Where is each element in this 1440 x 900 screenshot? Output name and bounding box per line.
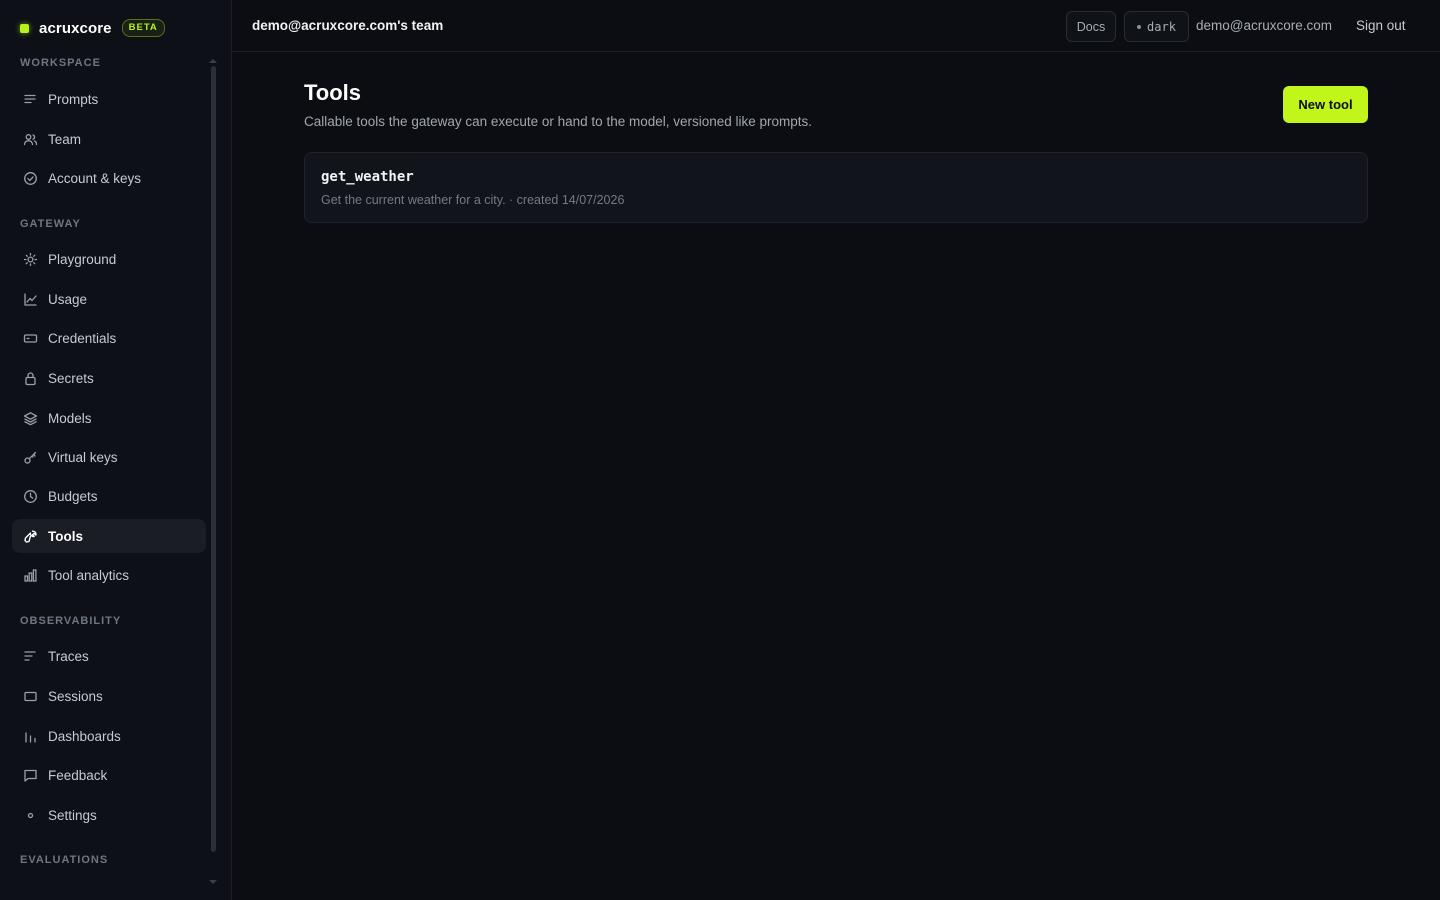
theme-toggle-button[interactable]: dark (1124, 11, 1189, 42)
sidebar-item-label: Secrets (48, 370, 94, 386)
section-title-gateway: GATEWAY (20, 218, 81, 230)
bars-icon (22, 728, 38, 744)
theme-label: dark (1147, 19, 1176, 34)
new-tool-button[interactable]: New tool (1283, 86, 1368, 123)
page-title: Tools (304, 80, 362, 105)
dot-icon (22, 807, 38, 823)
tool-meta: Get the current weather for a city. · cr… (321, 193, 625, 207)
sidebar-item-settings[interactable]: Settings (12, 798, 206, 832)
sidebar-item-label: Team (48, 131, 82, 147)
window-icon (22, 688, 38, 704)
top-bar: demo@acruxcore.com's team Docs dark demo… (232, 0, 1440, 52)
users-icon (22, 131, 38, 147)
sidebar-item-playground[interactable]: Playground (12, 242, 206, 276)
sign-out-button[interactable]: Sign out (1356, 18, 1406, 33)
sidebar-item-label: Virtual keys (48, 449, 118, 465)
bar-chart-icon (22, 567, 38, 583)
sidebar-item-label: Prompts (48, 91, 99, 107)
sidebar-item-label: Credentials (48, 330, 117, 346)
sidebar-item-secrets[interactable]: Secrets (12, 361, 206, 395)
sidebar-item-label: Sessions (48, 688, 103, 704)
sidebar-nav: WORKSPACE Prompts Team Account & keys GA… (0, 52, 218, 900)
team-name[interactable]: demo@acruxcore.com's team (252, 18, 443, 33)
sidebar-item-account-keys[interactable]: Account & keys (12, 161, 206, 195)
card-icon (22, 330, 38, 346)
sidebar-item-label: Feedback (48, 767, 108, 783)
user-email: demo@acruxcore.com (1196, 18, 1333, 33)
sidebar-item-label: Account & keys (48, 170, 142, 186)
sun-icon (22, 251, 38, 267)
tool-card[interactable]: get_weather Get the current weather for … (304, 152, 1368, 223)
page-subtitle: Callable tools the gateway can execute o… (304, 114, 813, 129)
beta-badge: BETA (121, 19, 165, 37)
sidebar-item-credentials[interactable]: Credentials (12, 321, 206, 355)
sidebar-item-label: Usage (48, 291, 88, 307)
scroll-up-arrow-icon[interactable] (209, 59, 217, 63)
brand-name: acruxcore (39, 19, 112, 37)
line-chart-icon (22, 291, 38, 307)
sidebar-item-prompts[interactable]: Prompts (12, 82, 206, 116)
sidebar-item-label: Dashboards (48, 728, 121, 744)
sidebar-item-label: Settings (48, 807, 97, 823)
sidebar-item-tools[interactable]: Tools (12, 519, 206, 553)
scroll-down-arrow-icon[interactable] (209, 880, 217, 884)
sidebar: acruxcore BETA WORKSPACE Prompts Team Ac… (0, 0, 232, 900)
list-icon (22, 91, 38, 107)
sidebar-item-feedback[interactable]: Feedback (12, 758, 206, 792)
sidebar-item-label: Models (48, 410, 92, 426)
key-icon (22, 449, 38, 465)
section-title-observability: OBSERVABILITY (20, 615, 122, 627)
sidebar-item-virtual-keys[interactable]: Virtual keys (12, 440, 206, 474)
tool-name: get_weather (321, 169, 414, 185)
sidebar-item-budgets[interactable]: Budgets (12, 479, 206, 513)
sidebar-scrollbar[interactable] (211, 66, 216, 852)
brand-logo-icon (20, 23, 29, 33)
layers-icon (22, 410, 38, 426)
check-circle-icon (22, 170, 38, 186)
theme-dot-icon (1137, 24, 1142, 29)
wrench-icon (22, 528, 38, 544)
sidebar-item-sessions[interactable]: Sessions (12, 679, 206, 713)
sidebar-item-label: Traces (48, 648, 89, 664)
sidebar-item-usage[interactable]: Usage (12, 282, 206, 316)
sidebar-item-models[interactable]: Models (12, 401, 206, 435)
sidebar-item-traces[interactable]: Traces (12, 639, 206, 673)
traces-icon (22, 648, 38, 664)
lock-icon (22, 370, 38, 386)
message-icon (22, 767, 38, 783)
sidebar-item-tool-analytics[interactable]: Tool analytics (12, 558, 206, 592)
section-title-workspace: WORKSPACE (20, 57, 101, 69)
sidebar-item-label: Tool analytics (48, 567, 130, 583)
section-title-evaluations: EVALUATIONS (20, 854, 109, 866)
sidebar-item-label: Budgets (48, 488, 98, 504)
brand[interactable]: acruxcore BETA (20, 17, 165, 39)
clock-icon (22, 488, 38, 504)
sidebar-item-team[interactable]: Team (12, 122, 206, 156)
sidebar-item-label: Tools (48, 528, 83, 544)
sidebar-item-label: Playground (48, 251, 117, 267)
docs-button[interactable]: Docs (1066, 11, 1116, 42)
sidebar-item-dashboards[interactable]: Dashboards (12, 719, 206, 753)
